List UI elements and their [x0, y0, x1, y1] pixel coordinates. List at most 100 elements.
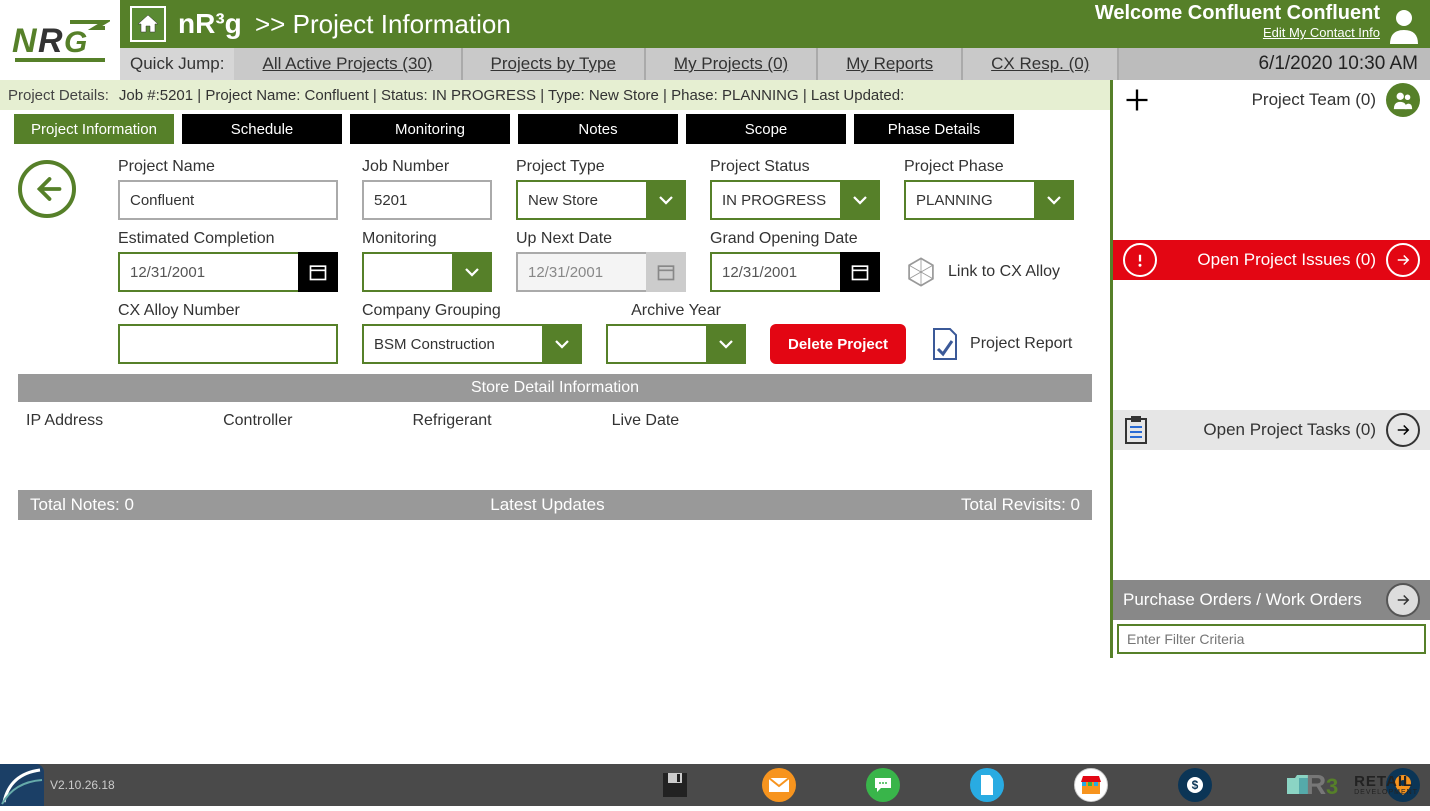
lbl-grand-opening: Grand Opening Date — [710, 230, 880, 248]
arrow-right-icon[interactable] — [1386, 583, 1420, 617]
document-icon[interactable] — [970, 768, 1004, 802]
est-completion-value: 12/31/2001 — [118, 252, 298, 292]
chevron-down-icon[interactable] — [706, 324, 746, 364]
lbl-est-completion: Estimated Completion — [118, 230, 338, 248]
qj-my-projects[interactable]: My Projects (0) — [646, 48, 818, 80]
project-type-select[interactable]: New Store — [516, 180, 686, 220]
lbl-project-status: Project Status — [710, 158, 880, 176]
delete-project-button[interactable]: Delete Project — [770, 324, 906, 364]
chevron-down-icon[interactable] — [542, 324, 582, 364]
project-report-link[interactable]: Project Report — [970, 335, 1072, 353]
add-team-icon[interactable] — [1123, 86, 1151, 114]
tab-phase-details[interactable]: Phase Details — [854, 114, 1014, 144]
qj-cx-resp[interactable]: CX Resp. (0) — [963, 48, 1119, 80]
save-icon[interactable] — [658, 768, 692, 802]
store-icon[interactable] — [1074, 768, 1108, 802]
project-phase-select[interactable]: PLANNING — [904, 180, 1074, 220]
monitoring-value — [362, 252, 452, 292]
r3-dev: DEVELOPMENT — [1354, 789, 1418, 796]
svg-text:3: 3 — [1326, 774, 1338, 799]
version-label: V2.10.26.18 — [50, 778, 115, 792]
quickjump-label: Quick Jump: — [120, 48, 234, 80]
chevron-down-icon[interactable] — [840, 180, 880, 220]
chat-icon[interactable] — [866, 768, 900, 802]
mail-icon[interactable] — [762, 768, 796, 802]
lbl-archive-year: Archive Year — [606, 302, 746, 320]
swirl-icon — [0, 764, 44, 806]
tab-project-info[interactable]: Project Information — [14, 114, 174, 144]
lbl-project-phase: Project Phase — [904, 158, 1074, 176]
team-icon[interactable] — [1386, 83, 1420, 117]
project-status-value: IN PROGRESS — [710, 180, 840, 220]
latest-updates: Latest Updates — [490, 495, 604, 515]
home-icon[interactable] — [130, 6, 166, 42]
cx-alloy-link[interactable]: Link to CX Alloy — [948, 263, 1060, 281]
grand-opening-date[interactable]: 12/31/2001 — [710, 252, 880, 292]
svg-text:$: $ — [1192, 778, 1199, 792]
po-filter-input[interactable] — [1117, 624, 1426, 654]
current-datetime: 6/1/2020 10:30 AM — [1258, 53, 1430, 75]
up-next-value: 12/31/2001 — [516, 252, 646, 292]
store-detail-header: Store Detail Information — [18, 374, 1092, 402]
calendar-icon[interactable] — [840, 252, 880, 292]
qj-all-active[interactable]: All Active Projects (30) — [234, 48, 462, 80]
arrow-right-icon[interactable] — [1386, 413, 1420, 447]
total-notes: Total Notes: 0 — [30, 495, 134, 515]
est-completion-date[interactable]: 12/31/2001 — [118, 252, 338, 292]
company-grouping-select[interactable]: BSM Construction — [362, 324, 582, 364]
app-logo: N R G — [0, 0, 120, 80]
project-team-label: Project Team (0) — [1252, 90, 1376, 110]
chevron-down-icon[interactable] — [646, 180, 686, 220]
job-number-input[interactable] — [362, 180, 492, 220]
edit-contact-link[interactable]: Edit My Contact Info — [1095, 25, 1380, 40]
tab-schedule[interactable]: Schedule — [182, 114, 342, 144]
project-details-text: Job #:5201 | Project Name: Confluent | S… — [119, 87, 904, 104]
lbl-live-date: Live Date — [612, 412, 680, 430]
lbl-job-number: Job Number — [362, 158, 492, 176]
svg-text:G: G — [64, 26, 87, 59]
archive-year-value — [606, 324, 706, 364]
arrow-right-icon[interactable] — [1386, 243, 1420, 277]
lbl-monitoring: Monitoring — [362, 230, 492, 248]
po-wo-label: Purchase Orders / Work Orders — [1123, 590, 1362, 610]
r3-retail: RETAIL — [1354, 774, 1418, 789]
project-details-label: Project Details: — [8, 87, 109, 104]
lbl-ip-address: IP Address — [26, 412, 103, 430]
grand-opening-value: 12/31/2001 — [710, 252, 840, 292]
monitoring-select[interactable] — [362, 252, 492, 292]
tab-scope[interactable]: Scope — [686, 114, 846, 144]
chevron-down-icon[interactable] — [1034, 180, 1074, 220]
avatar-icon[interactable] — [1384, 4, 1424, 44]
lbl-controller: Controller — [223, 412, 292, 430]
company-grouping-value: BSM Construction — [362, 324, 542, 364]
lbl-cx-alloy-num: CX Alloy Number — [118, 302, 338, 320]
lbl-refrigerant: Refrigerant — [412, 412, 491, 430]
calendar-icon[interactable] — [298, 252, 338, 292]
cx-alloy-icon[interactable] — [904, 255, 938, 289]
archive-year-select[interactable] — [606, 324, 746, 364]
tab-notes[interactable]: Notes — [518, 114, 678, 144]
lbl-project-name: Project Name — [118, 158, 338, 176]
project-name-input[interactable] — [118, 180, 338, 220]
breadcrumb-sep: >> — [255, 9, 285, 39]
report-icon[interactable] — [930, 327, 960, 361]
money-icon[interactable]: $ — [1178, 768, 1212, 802]
app-name: nR³g — [178, 8, 242, 40]
svg-text:R: R — [1306, 769, 1326, 800]
project-status-select[interactable]: IN PROGRESS — [710, 180, 880, 220]
up-next-date: 12/31/2001 — [516, 252, 686, 292]
lbl-company-grouping: Company Grouping — [362, 302, 582, 320]
tab-monitoring[interactable]: Monitoring — [350, 114, 510, 144]
welcome-text: Welcome Confluent Confluent — [1095, 2, 1380, 25]
page-title: Project Information — [293, 9, 511, 39]
alert-icon — [1123, 243, 1157, 277]
calendar-icon — [646, 252, 686, 292]
qj-my-reports[interactable]: My Reports — [818, 48, 963, 80]
lbl-project-type: Project Type — [516, 158, 686, 176]
back-button[interactable] — [18, 160, 76, 218]
chevron-down-icon[interactable] — [452, 252, 492, 292]
r3-logo: R3 RETAIL DEVELOPMENT — [1306, 768, 1418, 802]
cx-alloy-number-input[interactable] — [118, 324, 338, 364]
svg-text:R: R — [38, 22, 63, 60]
qj-by-type[interactable]: Projects by Type — [463, 48, 646, 80]
